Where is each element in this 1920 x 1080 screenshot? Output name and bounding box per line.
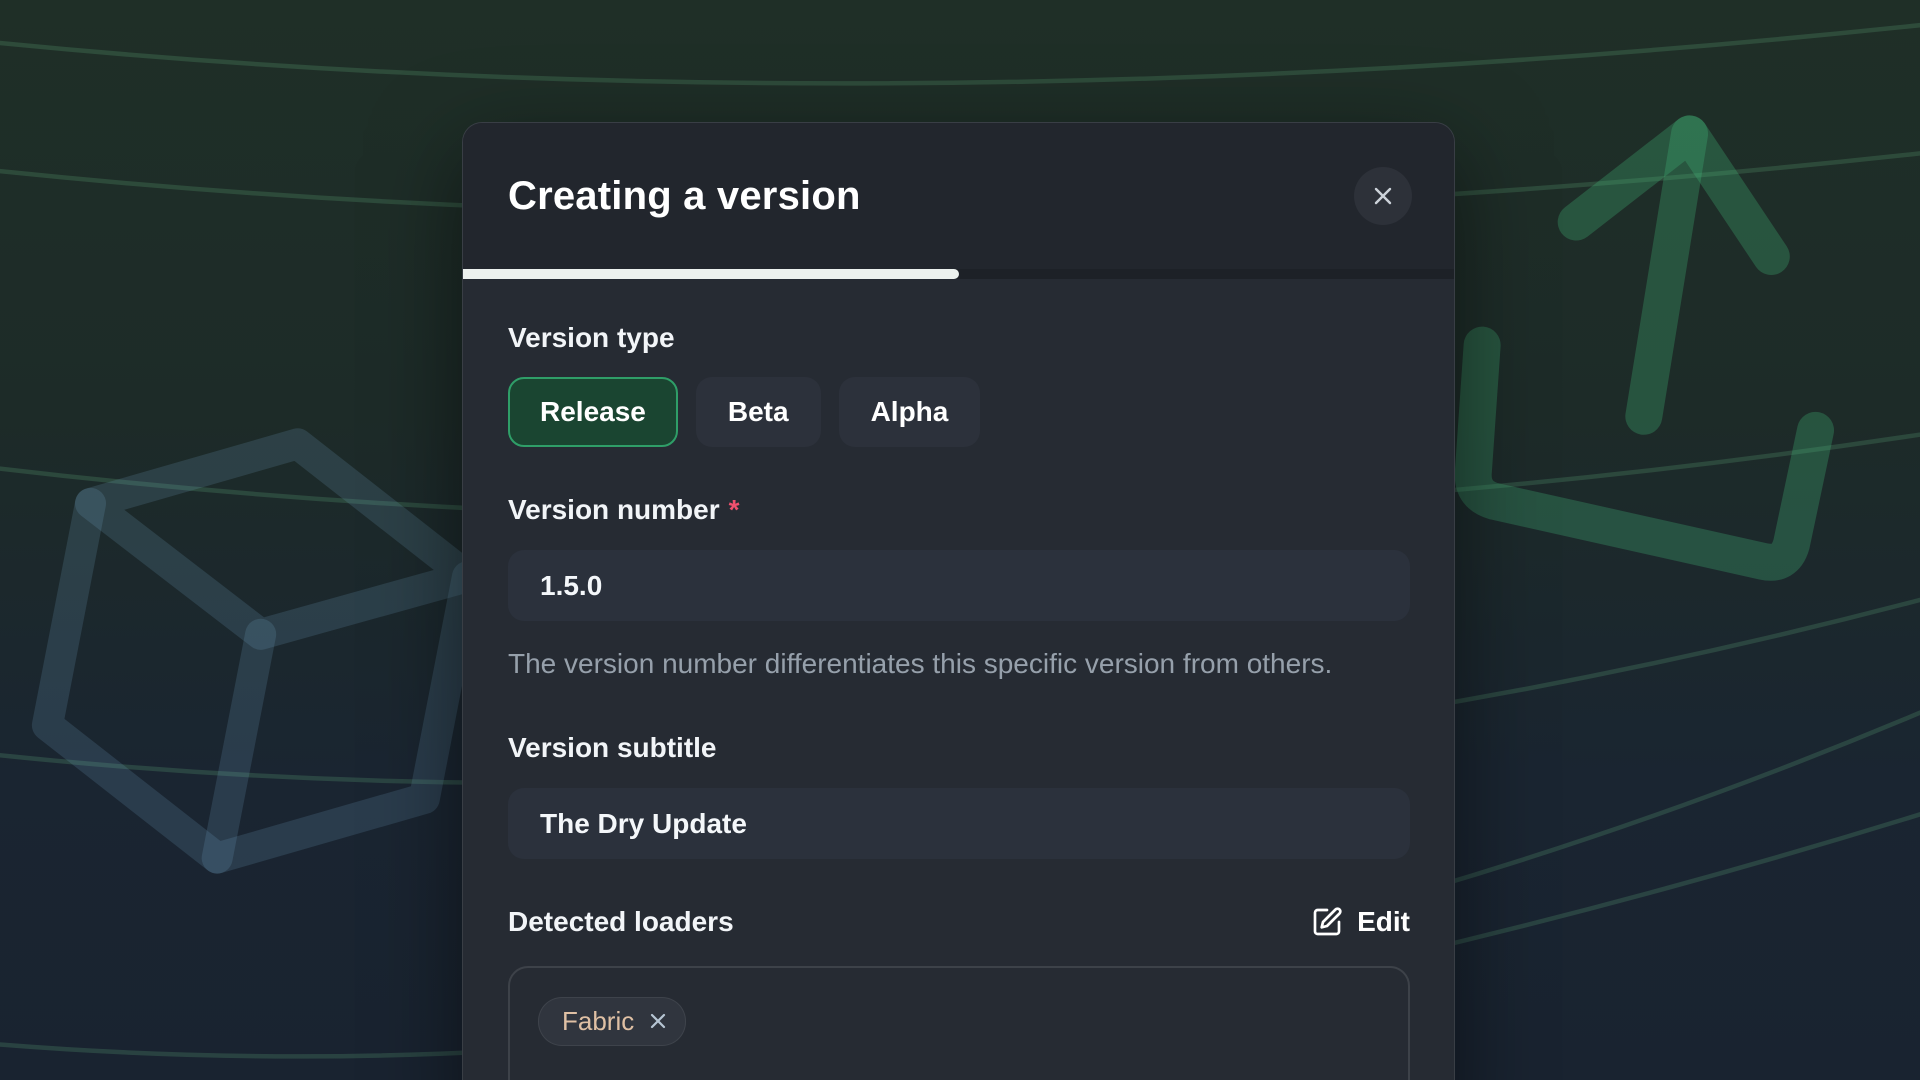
detected-loaders-box: Fabric: [508, 966, 1410, 1080]
version-number-label: Version number: [508, 494, 720, 525]
version-number-label-row: Version number *: [508, 493, 1410, 527]
close-icon: [1369, 182, 1397, 210]
progress-bar: [463, 269, 1454, 279]
remove-tag-x-icon: [646, 1009, 670, 1033]
edit-loaders-button[interactable]: Edit: [1311, 906, 1410, 938]
remove-fabric-tag-button[interactable]: [646, 1009, 670, 1033]
modal-body: Version type Release Beta Alpha Version …: [463, 279, 1454, 1080]
square-pen-icon: [1311, 906, 1343, 938]
detected-loaders-row: Detected loaders Edit: [508, 905, 1410, 939]
upload-arrow-icon: [1458, 109, 1854, 566]
required-asterisk: *: [729, 494, 740, 525]
version-type-alpha-button[interactable]: Alpha: [839, 377, 981, 447]
progress-fill: [463, 269, 959, 279]
edit-loaders-label: Edit: [1357, 906, 1410, 938]
version-number-input[interactable]: [508, 550, 1410, 621]
page-background: Creating a version Version type Release …: [0, 0, 1920, 1080]
version-type-label: Version type: [508, 321, 1410, 355]
version-subtitle-label: Version subtitle: [508, 731, 1410, 765]
close-button[interactable]: [1354, 167, 1412, 225]
version-number-help: The version number differentiates this s…: [508, 641, 1386, 686]
version-type-release-button[interactable]: Release: [508, 377, 678, 447]
loader-tag-label: Fabric: [562, 1006, 634, 1037]
modal-header: Creating a version: [463, 123, 1454, 269]
version-type-options: Release Beta Alpha: [508, 377, 1410, 447]
detected-loaders-label: Detected loaders: [508, 905, 734, 939]
loader-tag-fabric: Fabric: [538, 997, 686, 1046]
version-subtitle-input[interactable]: [508, 788, 1410, 859]
modal-title: Creating a version: [508, 174, 861, 219]
version-type-beta-button[interactable]: Beta: [696, 377, 821, 447]
create-version-modal: Creating a version Version type Release …: [462, 122, 1455, 1080]
